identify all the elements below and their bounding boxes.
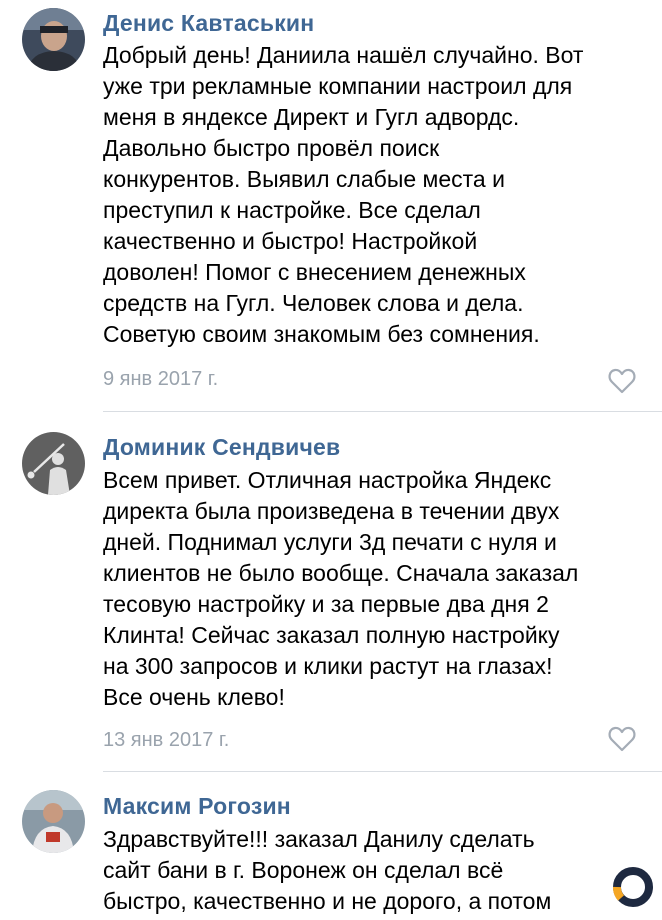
comment-text-line: Добрый день! Даниила нашёл случайно. Вот (103, 42, 584, 68)
comment-date[interactable]: 9 янв 2017 г. (103, 368, 218, 391)
comment-text-line: Все очень клево! (103, 684, 285, 710)
comment-text-line: меня в яндексе Директ и Гугл адвордс. (103, 104, 520, 130)
comment-text: Всем привет. Отличная настройка Яндекс д… (103, 465, 648, 713)
comment-text-line: на 300 запросов и клики растут на глазах… (103, 653, 553, 679)
heart-outline-icon[interactable] (608, 726, 636, 752)
comment-text-line: преступил к настройке. Все сделал (103, 197, 481, 223)
comment-text-line: сайт бани в г. Воронеж он сделал всё (103, 857, 504, 883)
heart-outline-icon[interactable] (608, 368, 636, 394)
comment-date[interactable]: 13 янв 2017 г. (103, 729, 229, 752)
comment-text-line: доволен! Помог с внесением денежных (103, 259, 526, 285)
comment-text-line: Давольно быстро провёл поиск (103, 135, 440, 161)
comment-text-line: Всем привет. Отличная настройка Яндекс (103, 467, 552, 493)
comment-divider (103, 771, 662, 772)
comment-author[interactable]: Максим Рогозин (103, 793, 291, 820)
comment-text-line: качественно и быстро! Настройкой (103, 228, 478, 254)
comment-text-line: конкурентов. Выявил слабые места и (103, 166, 505, 192)
comment-text-line: тесовую настройку и за первые два дня 2 (103, 591, 549, 617)
comment-text-line: Советую своим знакомым без сомнения. (103, 321, 540, 347)
logo-icon (610, 864, 656, 910)
comment-text: Добрый день! Даниила нашёл случайно. Вот… (103, 40, 648, 350)
avatar[interactable] (22, 8, 85, 71)
comment-text-line: уже три рекламные компании настроил для (103, 73, 573, 99)
comment-text-line: Клинта! Сейчас заказал полную настройку (103, 622, 560, 648)
comment-divider (103, 411, 662, 412)
avatar[interactable] (22, 790, 85, 853)
comment-text-line: быстро, качественно и не дорого, а потом (103, 888, 552, 914)
comment-author[interactable]: Денис Кавтаськин (103, 10, 314, 37)
comment-text-line: Здравствуйте!!! заказал Данилу сделать (103, 826, 535, 852)
avatar[interactable] (22, 432, 85, 495)
comment-author[interactable]: Доминик Сендвичев (103, 434, 340, 461)
comment-text: Здравствуйте!!! заказал Данилу сделать с… (103, 824, 648, 917)
comment-text-line: дней. Поднимал услуги 3д печати с нуля и (103, 529, 557, 555)
comment-text-line: директа была произведена в течении двух (103, 498, 560, 524)
comment-text-line: клиентов не было вообще. Сначала заказал (103, 560, 579, 586)
comment-text-line: средств на Гугл. Человек слова и дела. (103, 290, 524, 316)
